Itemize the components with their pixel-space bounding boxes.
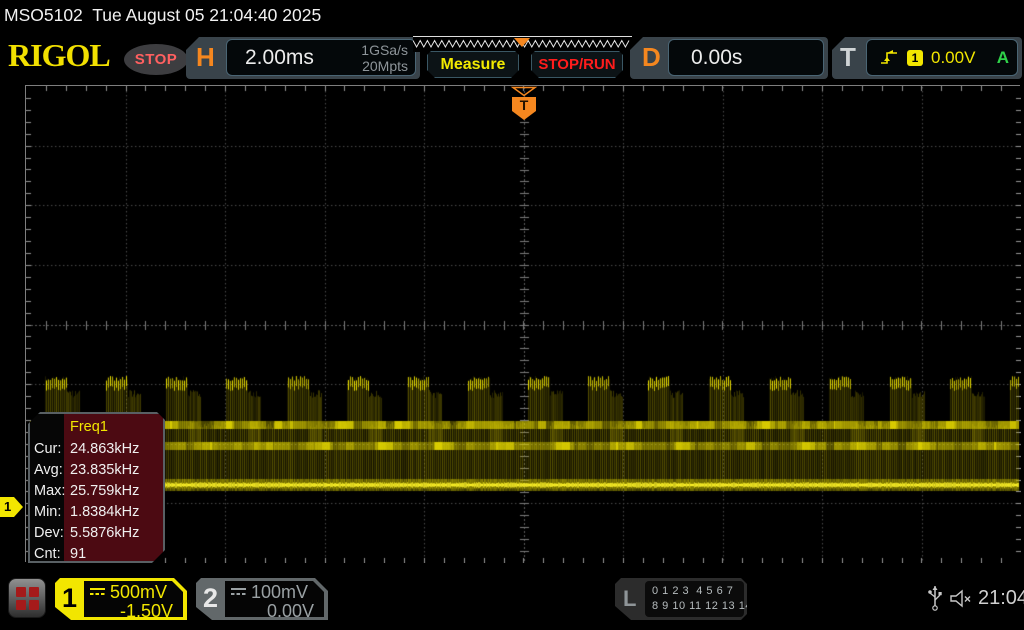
quick-menu-button[interactable] [8,578,46,618]
model-name: MSO5102 [4,5,83,25]
svg-text:T: T [520,97,529,113]
trigger-slope-icon [879,49,899,66]
channel2-info: 100mV 0.00V [225,581,324,617]
h-label: H [196,42,215,73]
delay-panel[interactable]: D 0.00s [630,37,828,79]
meas-label: Dev: [34,525,64,541]
horizontal-panel[interactable]: H 2.00ms 1GSa/s 20Mpts [186,37,420,79]
trigger-panel-inner: 1 0.00V A [866,39,1018,76]
channel1-ground-marker[interactable]: 1 [0,497,23,517]
channel2-badge[interactable]: 2 100mV 0.00V [196,578,328,620]
run-state-badge: STOP [124,44,188,75]
horizontal-panel-inner: 2.00ms 1GSa/s 20Mpts [226,39,416,76]
coupling-dc-icon [90,587,105,598]
la-label: L [623,586,636,612]
titlebar: MSO5102 Tue August 05 21:04:40 2025 [4,5,321,26]
meas-value: 24.863kHz [70,441,139,457]
meas-label: Avg: [34,462,63,478]
meas-label: Max: [34,483,65,499]
horizontal-position-bar[interactable] [413,36,632,52]
meas-value: 91 [70,546,86,562]
clock: 21:04 [978,587,1024,610]
meas-label: Cur: [34,441,61,457]
graticule [25,85,1020,562]
channel2-scale: 100mV [251,582,308,603]
trigger-panel[interactable]: T 1 0.00V A [832,37,1022,79]
coupling-dc-icon [231,587,246,598]
channel1-scale: 500mV [110,582,167,603]
measurement-title: Freq1 [70,419,108,435]
channel1-badge[interactable]: 1 500mV -1.50V [55,578,187,620]
channel1-info: 500mV -1.50V [84,581,183,617]
t-label: T [840,42,856,73]
measure-button[interactable]: Measure [427,51,519,78]
trigger-position-icon[interactable] [514,38,530,47]
channel2-number: 2 [203,583,218,614]
acquisition-info: 1GSa/s 20Mpts [361,42,408,74]
trigger-source-badge: 1 [907,50,923,66]
timebase-value: 2.00ms [245,46,314,70]
delay-value: 0.00s [691,46,742,70]
la-row2: 8 9 10 11 12 13 14 15 [652,600,769,612]
datetime: Tue August 05 21:04:40 2025 [92,5,321,25]
channel1-number: 1 [62,583,77,614]
meas-label: Min: [34,504,61,520]
memory-depth: 20Mpts [361,58,408,74]
trigger-mode: A [997,48,1009,68]
grid-menu-icon [16,587,39,610]
la-channels: 0 1 2 3 4 5 6 7 8 9 10 11 12 13 14 15 [645,581,744,617]
delay-panel-inner: 0.00s [668,39,824,76]
sample-rate: 1GSa/s [361,42,408,58]
waveform-canvas [26,86,1021,563]
measure-button-label: Measure [441,56,506,74]
stop-run-button[interactable]: STOP/RUN [531,51,623,78]
meas-label: Cnt: [34,546,61,562]
usb-icon [928,583,942,612]
oscilloscope-screen: MSO5102 Tue August 05 21:04:40 2025 RIGO… [0,0,1024,630]
measurement-panel: Freq1 Cur: 24.863kHz Avg: 23.835kHz Max: 25… [28,412,165,563]
rigol-logo: RIGOL [8,37,110,74]
stop-run-button-label: STOP/RUN [538,56,615,73]
trigger-level-value: 0.00V [931,48,975,68]
logic-analyzer-badge[interactable]: L 0 1 2 3 4 5 6 7 8 9 10 11 12 13 14 15 [615,578,747,620]
meas-value: 23.835kHz [70,462,139,478]
meas-value: 5.5876kHz [70,525,139,541]
titlebar-gap [83,5,92,25]
speaker-muted-icon [949,589,975,608]
meas-value: 1.8384kHz [70,504,139,520]
d-label: D [642,42,661,73]
trigger-marker[interactable]: T [509,86,539,124]
meas-value: 25.759kHz [70,483,139,499]
la-row1: 0 1 2 3 4 5 6 7 [652,585,733,597]
